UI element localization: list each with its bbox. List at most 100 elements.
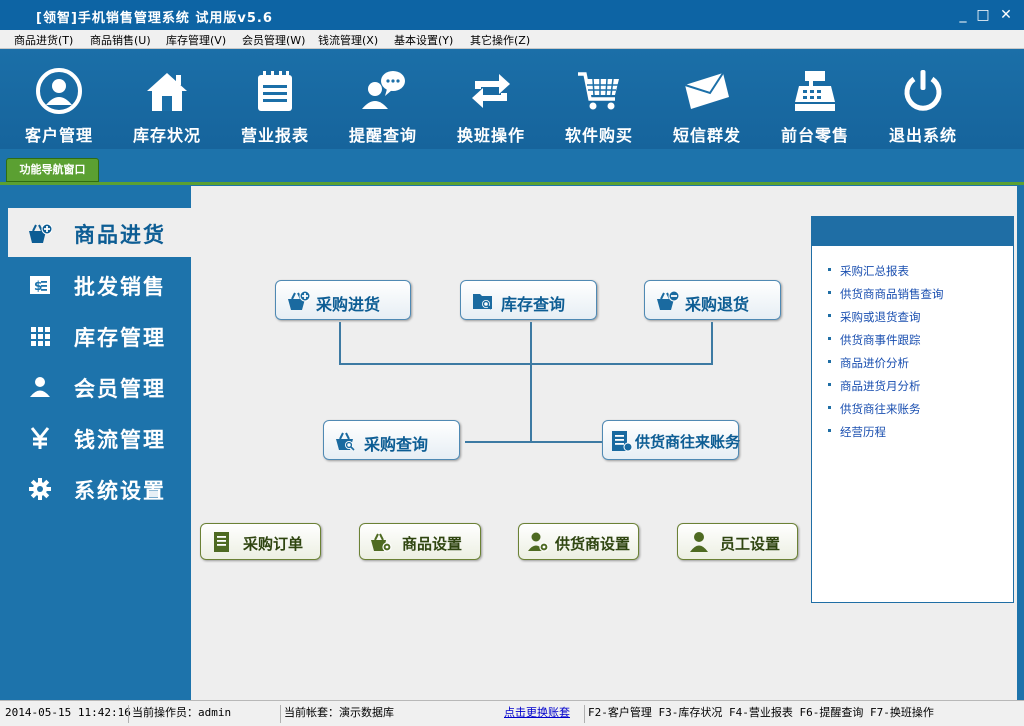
connector-line <box>711 322 713 364</box>
nav-label: 钱流管理 <box>74 428 166 452</box>
toolbar-label: 营业报表 <box>240 126 309 145</box>
user-gear-icon <box>528 532 549 552</box>
purchase-order-label: 采购订单 <box>243 535 304 553</box>
toolbar-report-button[interactable]: 营业报表 <box>221 49 329 149</box>
maximize-button[interactable]: □ <box>973 5 993 25</box>
grid-icon <box>31 327 50 346</box>
staff-setting-button[interactable]: 员工设置 <box>677 523 798 560</box>
supplier-setting-button[interactable]: 供货商设置 <box>518 523 639 560</box>
basket-search-icon <box>336 432 355 451</box>
menu-basic-settings[interactable]: 基本设置(Y) <box>394 32 453 48</box>
supplier-account-label: 供货商往来账务 <box>635 433 741 451</box>
status-shortcuts: F2-客户管理 F3-库存状况 F4-营业报表 F6-提醒查询 F7-换班操作 <box>584 705 937 723</box>
nav-item-inventory[interactable]: 库存管理 <box>8 311 191 360</box>
nav-item-members[interactable]: 会员管理 <box>8 362 191 411</box>
status-operator: 当前操作员：admin <box>128 705 234 723</box>
purchase-return-label: 采购退货 <box>685 295 750 314</box>
toolbar-label: 前台零售 <box>780 126 849 145</box>
stock-query-button[interactable]: 库存查询 <box>460 280 597 320</box>
power-icon <box>904 70 942 111</box>
connector-line <box>339 322 341 364</box>
nav-label: 会员管理 <box>74 377 166 401</box>
basket-plus-icon <box>29 223 52 243</box>
cash-register-icon <box>795 71 835 111</box>
invoice-icon: $ <box>30 276 50 294</box>
link-purchase-summary[interactable]: 采购汇总报表 <box>828 263 944 286</box>
menu-goods-purchase[interactable]: 商品进货(T) <box>14 32 73 48</box>
connector-line <box>530 322 532 443</box>
purchase-query-button[interactable]: 采购查询 <box>323 420 460 460</box>
yen-icon <box>30 427 50 449</box>
toolbar-label: 短信群发 <box>672 126 741 145</box>
toolbar: 客户管理 库存状况 营业报表 提醒查询 换班操作 软件购买 短信群发 前台零售 … <box>0 49 1024 149</box>
status-datetime: 2014-05-15 11:42:16 <box>5 706 131 719</box>
link-monthly-analysis[interactable]: 商品进货月分析 <box>828 378 944 401</box>
envelope-icon <box>684 72 729 109</box>
goods-setting-label: 商品设置 <box>402 535 463 553</box>
menu-cashflow[interactable]: 钱流管理(X) <box>318 32 378 48</box>
toolbar-exit-button[interactable]: 退出系统 <box>869 49 977 149</box>
staff-setting-label: 员工设置 <box>720 535 781 553</box>
purchase-in-button[interactable]: 采购进货 <box>275 280 411 320</box>
toolbar-customer-button[interactable]: 客户管理 <box>5 49 113 149</box>
menu-bar: 商品进货(T) 商品销售(U) 库存管理(V) 会员管理(W) 钱流管理(X) … <box>0 30 1024 49</box>
nav-item-cashflow[interactable]: 钱流管理 <box>8 413 191 462</box>
link-business-history[interactable]: 经营历程 <box>828 424 944 447</box>
stock-query-label: 库存查询 <box>501 295 566 314</box>
user-circle-icon <box>36 68 82 114</box>
title-bar: [领智]手机销售管理系统 试用版v5.6 _ □ ✕ <box>0 0 1024 30</box>
purchase-order-button[interactable]: 采购订单 <box>200 523 321 560</box>
tab-underline <box>0 182 1024 185</box>
purchase-query-label: 采购查询 <box>364 435 429 454</box>
supplier-setting-label: 供货商设置 <box>555 535 631 553</box>
ledger-icon <box>612 431 633 452</box>
shopping-cart-icon <box>578 72 619 110</box>
toolbar-label: 提醒查询 <box>348 126 417 145</box>
nav-item-wholesale[interactable]: $ 批发销售 <box>8 260 191 309</box>
close-button[interactable]: ✕ <box>996 5 1016 25</box>
link-price-analysis[interactable]: 商品进价分析 <box>828 355 944 378</box>
tab-function-navigation[interactable]: 功能导航窗口 <box>6 158 99 182</box>
toolbar-shift-button[interactable]: 换班操作 <box>437 49 545 149</box>
nav-label: 商品进货 <box>74 223 166 247</box>
link-supplier-accounts[interactable]: 供货商往来账务 <box>828 401 944 424</box>
nav-label: 批发销售 <box>74 275 166 299</box>
quick-links-panel: 采购汇总报表 供货商商品销售查询 采购或退货查询 供货商事件跟踪 商品进价分析 … <box>811 216 1014 603</box>
document-icon <box>214 532 229 552</box>
toolbar-retail-button[interactable]: 前台零售 <box>761 49 869 149</box>
menu-other-ops[interactable]: 其它操作(Z) <box>470 32 530 48</box>
chat-user-icon <box>362 71 405 109</box>
toolbar-label: 库存状况 <box>132 126 201 145</box>
menu-members[interactable]: 会员管理(W) <box>242 32 305 48</box>
toolbar-stock-button[interactable]: 库存状况 <box>113 49 221 149</box>
toolbar-reminder-button[interactable]: 提醒查询 <box>329 49 437 149</box>
nav-item-system-settings[interactable]: 系统设置 <box>8 464 191 513</box>
notepad-icon <box>258 71 292 111</box>
link-supplier-sales-query[interactable]: 供货商商品销售查询 <box>828 286 944 309</box>
swap-arrows-icon <box>472 74 510 108</box>
supplier-account-button[interactable]: 供货商往来账务 <box>602 420 741 460</box>
connector-line <box>465 441 603 443</box>
purchase-return-button[interactable]: 采购退货 <box>644 280 781 320</box>
menu-inventory[interactable]: 库存管理(V) <box>166 32 226 48</box>
person-icon <box>690 532 708 552</box>
status-bar: 2014-05-15 11:42:16 当前操作员：admin 当前帐套：演示数… <box>0 700 1024 726</box>
toolbar-sms-button[interactable]: 短信群发 <box>653 49 761 149</box>
goods-setting-button[interactable]: 商品设置 <box>359 523 481 560</box>
toolbar-purchase-button[interactable]: 软件购买 <box>545 49 653 149</box>
switch-account-link[interactable]: 点击更换账套 <box>501 705 573 723</box>
menu-goods-sales[interactable]: 商品销售(U) <box>90 32 151 48</box>
toolbar-label: 客户管理 <box>24 126 93 145</box>
quick-links-list: 采购汇总报表 供货商商品销售查询 采购或退货查询 供货商事件跟踪 商品进价分析 … <box>828 263 944 447</box>
folder-search-icon <box>473 294 492 310</box>
minimize-button[interactable]: _ <box>953 5 973 25</box>
purchase-in-label: 采购进货 <box>316 295 381 314</box>
basket-minus-icon <box>657 290 679 310</box>
link-supplier-event-tracking[interactable]: 供货商事件跟踪 <box>828 332 944 355</box>
link-purchase-return-query[interactable]: 采购或退货查询 <box>828 309 944 332</box>
nav-item-goods-purchase[interactable]: 商品进货 <box>8 208 191 257</box>
window-title: [领智]手机销售管理系统 试用版v5.6 <box>36 11 273 26</box>
panel-header <box>812 217 1013 246</box>
toolbar-label: 退出系统 <box>888 126 957 145</box>
status-account: 当前帐套：演示数据库 <box>280 705 397 723</box>
